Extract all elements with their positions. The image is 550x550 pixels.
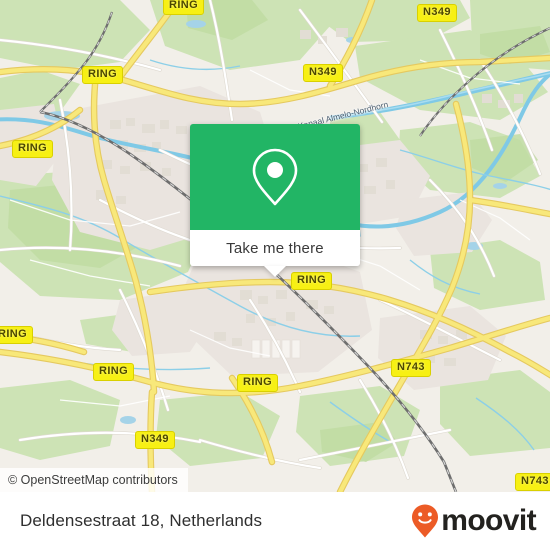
moovit-pin-smiley-icon	[412, 504, 439, 538]
road-shield: RING	[12, 140, 54, 158]
moovit-wordmark: moovit	[441, 504, 536, 537]
road-shield: RING	[237, 374, 279, 392]
road-shield: RING	[163, 0, 205, 15]
road-shield: RING	[291, 272, 333, 290]
callout-card-header	[190, 124, 360, 230]
take-me-there-label: Take me there	[226, 239, 324, 257]
footer-bar: Deldensestraat 18, Netherlands moovit	[0, 492, 550, 550]
map-attribution[interactable]: © OpenStreetMap contributors	[0, 468, 188, 492]
road-shield: N743	[391, 359, 431, 377]
address-title: Deldensestraat 18, Netherlands	[20, 511, 263, 530]
map-pin-icon	[252, 148, 298, 206]
road-shield: N743	[515, 473, 550, 491]
location-callout-card[interactable]: Take me there	[190, 124, 360, 277]
road-shield: N349	[303, 64, 343, 82]
callout-pointer	[264, 266, 286, 277]
map-page: RING N349 RING N349 RING RING RING RING …	[0, 0, 550, 550]
road-shield: N349	[417, 4, 457, 22]
road-shield: RING	[82, 66, 124, 84]
road-shield: N349	[135, 431, 175, 449]
callout-card-action[interactable]: Take me there	[190, 230, 360, 277]
moovit-logo[interactable]: moovit	[410, 503, 537, 539]
road-shield: RING	[0, 326, 34, 344]
road-shield: RING	[93, 363, 135, 381]
